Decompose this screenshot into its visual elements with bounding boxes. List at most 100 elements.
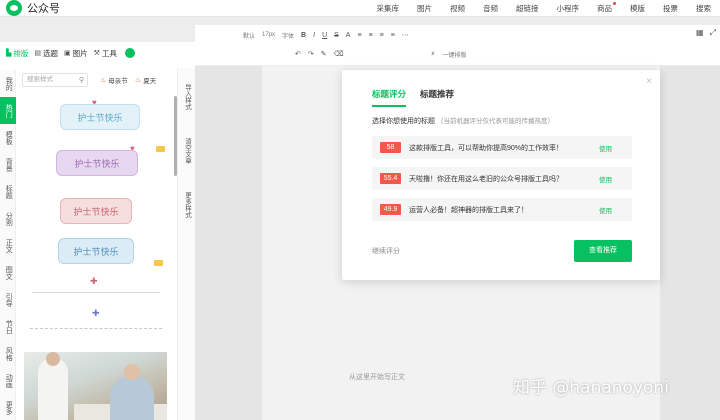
font-family-select[interactable]: 字体 xyxy=(282,31,294,40)
app-logo[interactable]: 公众号 xyxy=(6,0,60,17)
image-icon: ▣ xyxy=(64,50,71,57)
nav-item-link[interactable]: 超链接 xyxy=(516,3,539,14)
format-brush-icon[interactable]: ✎ xyxy=(321,50,327,58)
align-justify-button[interactable]: ≡ xyxy=(391,32,395,39)
panel-tabs: ▙ 排版 ▤ 选题 ▣ 图片 ⚒ 工具 xyxy=(0,45,195,61)
badge-icon xyxy=(154,260,163,266)
title-text: 这款排版工具，可以帮助你提高90%的工作效率！ xyxy=(409,144,564,152)
continue-score-link[interactable]: 继续评分 xyxy=(372,246,400,256)
expand-icon[interactable]: ⤢ xyxy=(710,28,716,38)
tab-title-recommend[interactable]: 标题推荐 xyxy=(420,88,454,107)
search-icon[interactable]: ⚲ xyxy=(79,75,84,87)
title-score-modal: × 标题评分 标题推荐 选择你想使用的标题 （当前机器评分仅代表可能的传播热度）… xyxy=(342,70,660,280)
chip-label: 母亲节 xyxy=(108,78,128,85)
tab-topic[interactable]: ▤ 选题 xyxy=(34,48,58,59)
badge-icon xyxy=(156,146,165,152)
tab-tool[interactable]: ⚒ 工具 xyxy=(94,48,117,59)
title-candidates: 58 这款排版工具，可以帮助你提高90%的工作效率！ 使用 55.4 天啦撸！你… xyxy=(372,136,632,229)
category-background[interactable]: 背景 xyxy=(0,151,16,178)
category-animation[interactable]: 动画 xyxy=(0,367,16,394)
nav-item-image[interactable]: 图片 xyxy=(417,3,432,14)
category-divider[interactable]: 分割 xyxy=(0,205,16,232)
photo-person-head xyxy=(124,364,140,380)
editor-toolbar: 默认 17px 字体 B I U S A ≡ ≡ ≡ ≡ ⋯ ▦ ⤢ ↶ ↷ ✎… xyxy=(195,25,720,65)
style-item[interactable]: 护士节快乐 xyxy=(56,150,138,176)
nav-item-miniprogram[interactable]: 小程序 xyxy=(557,3,580,14)
clear-format-icon[interactable]: ⌫ xyxy=(334,50,344,58)
nav-item-audio[interactable]: 音频 xyxy=(483,3,498,14)
category-body[interactable]: 正文 xyxy=(0,232,16,259)
nurse-figure-icon[interactable]: ✚ xyxy=(90,276,98,287)
nurse-figure-icon[interactable]: ✚ xyxy=(92,308,100,319)
tab-tool-label: 工具 xyxy=(101,48,117,58)
align-left-button[interactable]: ≡ xyxy=(357,32,361,39)
tool-icon: ⚒ xyxy=(93,50,100,57)
import-style-button[interactable]: 导入样式 xyxy=(182,72,192,122)
undo-icon[interactable]: ↶ xyxy=(295,50,301,58)
category-hot[interactable]: 热门 xyxy=(0,97,16,124)
style-search-input[interactable]: 搜索样式 ⚲ xyxy=(22,73,88,87)
layout-icon: ▙ xyxy=(6,50,12,57)
bold-button[interactable]: B xyxy=(301,32,306,39)
italic-button[interactable]: I xyxy=(313,32,315,39)
tab-image-label: 图片 xyxy=(72,48,88,58)
more-format-button[interactable]: ⋯ xyxy=(402,31,409,39)
score-badge: 58 xyxy=(380,142,401,153)
status-dot[interactable] xyxy=(124,48,135,58)
category-template[interactable]: 模板 xyxy=(0,124,16,151)
score-badge: 55.4 xyxy=(380,173,401,184)
one-click-layout-button[interactable]: 一键排版 xyxy=(442,50,466,59)
align-center-button[interactable]: ≡ xyxy=(369,32,373,39)
strike-button[interactable]: S xyxy=(334,32,339,39)
align-right-button[interactable]: ≡ xyxy=(380,32,384,39)
category-mine[interactable]: 我的 xyxy=(0,70,16,97)
nav-item-goods[interactable]: 商品 xyxy=(597,2,616,14)
close-icon[interactable]: × xyxy=(646,76,652,87)
score-badge: 49.9 xyxy=(380,204,401,215)
one-click-layout-icon: ⚡ xyxy=(430,51,436,58)
category-guide[interactable]: 引导 xyxy=(0,286,16,313)
chip-summer[interactable]: ♨ 夏天 xyxy=(135,75,156,85)
category-festival[interactable]: 节日 xyxy=(0,313,16,340)
font-size-select[interactable]: 17px xyxy=(262,32,275,38)
category-title[interactable]: 标题 xyxy=(0,178,16,205)
nav-item-search[interactable]: 搜索 xyxy=(696,3,711,14)
category-column: 我的 热门 模板 背景 标题 分割 正文 图文 引导 节日 风格 动画 更多 xyxy=(0,70,16,420)
clear-article-button[interactable]: 清空文章 xyxy=(182,126,192,176)
tab-layout[interactable]: ▙ 排版 xyxy=(6,48,28,59)
use-button[interactable]: 使用 xyxy=(599,143,612,153)
more-styles-button[interactable]: 更多样式 xyxy=(182,180,192,230)
photo-person xyxy=(110,376,154,420)
view-recommend-button[interactable]: 查看推荐 xyxy=(574,240,632,262)
category-style[interactable]: 风格 xyxy=(0,340,16,367)
nav-item-template[interactable]: 模版 xyxy=(630,3,645,14)
search-placeholder: 搜索样式 xyxy=(27,76,53,83)
topic-icon: ▤ xyxy=(34,50,42,57)
chip-label: 夏天 xyxy=(143,78,157,85)
divider-style[interactable] xyxy=(30,328,162,329)
divider-style[interactable] xyxy=(32,292,160,293)
photo-person xyxy=(38,358,68,420)
style-photo[interactable] xyxy=(24,352,167,420)
category-more[interactable]: 更多 xyxy=(0,394,16,420)
category-image-text[interactable]: 图文 xyxy=(0,259,16,286)
tab-image[interactable]: ▣ 图片 xyxy=(64,48,88,59)
photo-person-head xyxy=(46,352,60,366)
nav-item-vote[interactable]: 投票 xyxy=(663,3,678,14)
style-select[interactable]: 默认 xyxy=(243,31,255,40)
style-item[interactable]: 护士节快乐 xyxy=(58,238,134,264)
chip-mothers-day[interactable]: ♨ 母亲节 xyxy=(100,75,128,85)
use-button[interactable]: 使用 xyxy=(599,174,612,184)
font-color-button[interactable]: A xyxy=(346,32,351,39)
redo-icon[interactable]: ↷ xyxy=(308,50,314,58)
nav-item-collect[interactable]: 采集库 xyxy=(377,3,400,14)
style-item[interactable]: 护士节快乐 xyxy=(60,198,132,224)
editor-placeholder[interactable]: 从这里开始写正文 xyxy=(349,372,405,382)
underline-button[interactable]: U xyxy=(322,32,327,39)
style-item[interactable]: 护士节快乐 xyxy=(60,104,140,130)
grid-icon[interactable]: ▦ xyxy=(696,28,704,38)
nav-item-video[interactable]: 视频 xyxy=(450,3,465,14)
use-button[interactable]: 使用 xyxy=(599,205,612,215)
tab-title-score[interactable]: 标题评分 xyxy=(372,88,407,107)
tab-topic-label: 选题 xyxy=(43,48,59,58)
